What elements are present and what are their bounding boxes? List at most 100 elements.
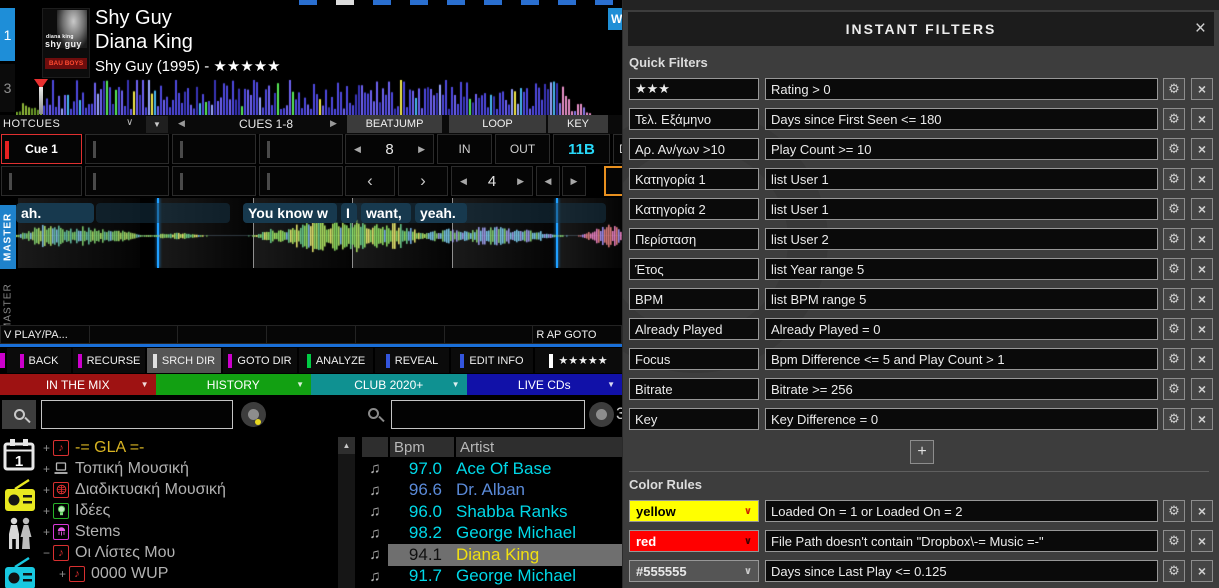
cues-page-next-icon[interactable]: ▶	[330, 118, 337, 129]
hotcue-pad-3[interactable]	[172, 134, 256, 164]
deck-tab-3[interactable]: 3	[0, 64, 15, 112]
tracklist-search-input[interactable]	[391, 400, 585, 429]
loop-increase-icon[interactable]: ▶	[517, 176, 524, 187]
quick-filter-value-input[interactable]	[765, 258, 1158, 280]
search-options-button-left[interactable]	[241, 402, 266, 427]
filter-settings-gear-icon[interactable]: ⚙	[1163, 288, 1185, 310]
filter-remove-icon[interactable]: ×	[1191, 288, 1213, 310]
track-row-george-michael[interactable]: ♫91.7George Michael	[362, 566, 622, 588]
color-rule-settings-gear-icon[interactable]: ⚙	[1163, 530, 1185, 552]
filter-settings-gear-icon[interactable]: ⚙	[1163, 198, 1185, 220]
toolbar-button-edit-info[interactable]: EDIT INFO	[451, 348, 533, 373]
quick-filter-name-input[interactable]	[629, 168, 759, 190]
quick-filter-value-input[interactable]	[765, 288, 1158, 310]
hotcue-pad-5[interactable]	[1, 166, 82, 196]
track-row-george-michael[interactable]: ♫98.2George Michael	[362, 523, 622, 545]
filter-settings-gear-icon[interactable]: ⚙	[1163, 258, 1185, 280]
filter-remove-icon[interactable]: ×	[1191, 258, 1213, 280]
jump-forward-button[interactable]: ›	[398, 166, 448, 196]
hotcue-pad-8[interactable]	[259, 166, 343, 196]
wedding-couple-icon[interactable]	[5, 517, 35, 556]
filter-settings-gear-icon[interactable]: ⚙	[1163, 408, 1185, 430]
hotcue-pad-6[interactable]	[85, 166, 169, 196]
loop-tab-button[interactable]: LOOP	[449, 115, 546, 133]
quick-filter-name-input[interactable]	[629, 408, 759, 430]
quick-filter-name-input[interactable]	[629, 348, 759, 370]
filter-settings-gear-icon[interactable]: ⚙	[1163, 378, 1185, 400]
loop-out-button[interactable]: OUT	[495, 134, 550, 164]
toolbar-button-srch-dir[interactable]: SRCH DIR	[147, 348, 221, 373]
track-row-dr-alban[interactable]: ♫96.6Dr. Alban	[362, 480, 622, 502]
shift-right-button[interactable]: ▶	[562, 166, 586, 196]
filter-settings-gear-icon[interactable]: ⚙	[1163, 168, 1185, 190]
tree-expander-icon[interactable]: +	[40, 462, 53, 476]
filter-settings-gear-icon[interactable]: ⚙	[1163, 348, 1185, 370]
filter-settings-gear-icon[interactable]: ⚙	[1163, 318, 1185, 340]
quick-filter-value-input[interactable]	[765, 168, 1158, 190]
tree-expander-icon[interactable]: +	[56, 567, 69, 581]
hotcue-pad-2[interactable]	[85, 134, 169, 164]
color-rule-select[interactable]: red∨	[629, 530, 759, 552]
folder-tab-live-cds[interactable]: LIVE CDs▼	[467, 374, 623, 395]
toolbar-button-goto-dir[interactable]: GOTO DIR	[223, 348, 297, 373]
tree-item-τοπική-μουσική[interactable]: +Τοπική Μουσική	[40, 458, 336, 479]
pad-cell[interactable]	[356, 325, 445, 344]
folder-search-input[interactable]	[41, 400, 233, 429]
filter-remove-icon[interactable]: ×	[1191, 138, 1213, 160]
quick-filter-value-input[interactable]	[765, 408, 1158, 430]
color-rule-settings-gear-icon[interactable]: ⚙	[1163, 500, 1185, 522]
quick-filter-value-input[interactable]	[765, 78, 1158, 100]
loop-in-button[interactable]: IN	[437, 134, 492, 164]
filter-remove-icon[interactable]: ×	[1191, 228, 1213, 250]
add-filter-button[interactable]: +	[910, 440, 934, 464]
pad-cell[interactable]	[445, 325, 534, 344]
toolbar-button-reveal[interactable]: REVEAL	[375, 348, 449, 373]
tree-item-ιδέες[interactable]: +Ιδέες	[40, 500, 336, 521]
color-rule-remove-icon[interactable]: ×	[1191, 530, 1213, 552]
filter-remove-icon[interactable]: ×	[1191, 198, 1213, 220]
radio-cyan-icon[interactable]	[3, 556, 37, 588]
toolbar-button-back[interactable]: BACK	[7, 348, 71, 373]
tracklist-header-bpm[interactable]: Bpm	[390, 437, 454, 457]
w-button[interactable]: W	[608, 8, 622, 30]
beatjump-increase-icon[interactable]: ▶	[418, 144, 425, 155]
filter-remove-icon[interactable]: ×	[1191, 168, 1213, 190]
tree-expander-icon[interactable]: +	[40, 525, 53, 539]
toolbar-button-recurse[interactable]: RECURSE	[73, 348, 145, 373]
quick-filter-value-input[interactable]	[765, 378, 1158, 400]
sidebar-search-button[interactable]	[2, 400, 36, 429]
color-rule-value-input[interactable]	[765, 500, 1158, 522]
shift-left-button[interactable]: ◀	[536, 166, 560, 196]
filter-remove-icon[interactable]: ×	[1191, 408, 1213, 430]
filter-settings-gear-icon[interactable]: ⚙	[1163, 138, 1185, 160]
quick-filter-name-input[interactable]	[629, 318, 759, 340]
quick-filter-name-input[interactable]	[629, 138, 759, 160]
key-tab-button[interactable]: KEY	[548, 115, 608, 133]
key-display[interactable]: 11B	[553, 134, 610, 164]
radio-yellow-icon[interactable]	[3, 478, 37, 519]
chevron-down-icon[interactable]: ∨	[126, 117, 133, 128]
beatjump-decrease-icon[interactable]: ◀	[354, 144, 361, 155]
track-row-ace-of-base[interactable]: ♫97.0Ace Of Base	[362, 458, 622, 480]
hotcue-pad-7[interactable]	[172, 166, 256, 196]
tree-expander-icon[interactable]: +	[40, 441, 53, 455]
calendar-icon[interactable]: 1	[3, 438, 35, 477]
color-rule-select[interactable]: yellow∨	[629, 500, 759, 522]
tree-item-διαδικτυακή-μουσική[interactable]: +Διαδικτυακή Μουσική	[40, 479, 336, 500]
track-row-shabba-ranks[interactable]: ♫96.0Shabba Ranks	[362, 501, 622, 523]
tree-expander-icon[interactable]: +	[40, 504, 53, 518]
tree-item-οι-λίστες-μου[interactable]: −♪Οι Λίστες Μου	[40, 542, 336, 563]
tree-expander-icon[interactable]: −	[40, 546, 53, 560]
hotcues-label[interactable]: HOTCUES	[3, 118, 60, 130]
quick-filter-name-input[interactable]	[629, 258, 759, 280]
filter-settings-gear-icon[interactable]: ⚙	[1163, 78, 1185, 100]
filter-settings-gear-icon[interactable]: ⚙	[1163, 228, 1185, 250]
toolbar-button-analyze[interactable]: ANALYZE	[299, 348, 373, 373]
loop-decrease-icon[interactable]: ◀	[460, 176, 467, 187]
hotcue-pad-1[interactable]: Cue 1	[1, 134, 82, 164]
track-overview-waveform[interactable]	[16, 78, 592, 115]
quick-filter-value-input[interactable]	[765, 198, 1158, 220]
deck-tab-1[interactable]: 1	[0, 8, 15, 61]
filter-remove-icon[interactable]: ×	[1191, 378, 1213, 400]
pad-cell-play[interactable]: V PLAY/PA...	[0, 325, 90, 344]
